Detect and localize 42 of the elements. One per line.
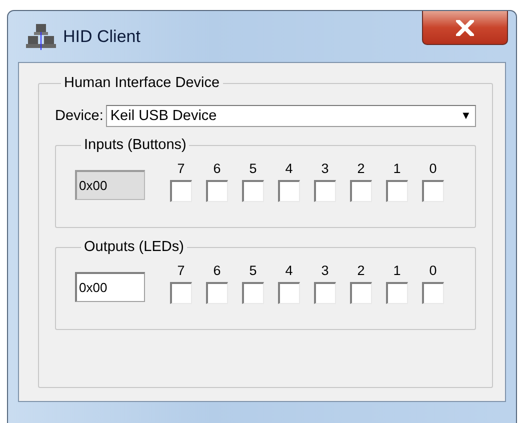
checkbox[interactable]: [242, 282, 264, 304]
checkbox[interactable]: [170, 180, 192, 202]
bit-label: 2: [357, 263, 365, 278]
checkbox[interactable]: [422, 180, 444, 202]
bit-label: 4: [285, 161, 293, 176]
close-button[interactable]: [422, 11, 508, 45]
checkbox[interactable]: [314, 180, 336, 202]
device-dropdown[interactable]: Keil USB Device ▼: [106, 105, 476, 127]
checkbox[interactable]: [278, 282, 300, 304]
checkbox[interactable]: [350, 282, 372, 304]
checkbox[interactable]: [386, 180, 408, 202]
checkbox[interactable]: [350, 180, 372, 202]
checkbox[interactable]: [278, 180, 300, 202]
bit-label: 5: [249, 161, 257, 176]
bit-label: 3: [321, 263, 329, 278]
checkbox[interactable]: [242, 180, 264, 202]
checkbox[interactable]: [314, 282, 336, 304]
checkbox[interactable]: [422, 282, 444, 304]
bit-label: 1: [393, 161, 401, 176]
group-title: Outputs (LEDs): [83, 239, 185, 255]
bit-label: 5: [249, 263, 257, 278]
checkbox[interactable]: [170, 282, 192, 304]
bit-label: 6: [213, 263, 221, 278]
bit-label: 3: [321, 161, 329, 176]
bit-label: 7: [177, 161, 185, 176]
checkbox[interactable]: [206, 282, 228, 304]
group-title: Human Interface Device: [63, 75, 221, 91]
bit-label: 1: [393, 263, 401, 278]
bit-label: 4: [285, 263, 293, 278]
bit-label: 0: [429, 263, 437, 278]
group-title: Inputs (Buttons): [83, 137, 188, 153]
bit-label: 2: [357, 161, 365, 176]
checkbox[interactable]: [386, 282, 408, 304]
checkbox[interactable]: [206, 180, 228, 202]
close-icon: [456, 20, 474, 36]
bit-label: 6: [213, 161, 221, 176]
bit-label: 7: [177, 263, 185, 278]
bit-label: 0: [429, 161, 437, 176]
window-title: HID Client: [63, 26, 140, 46]
device-label: Device:: [55, 108, 104, 124]
value-field[interactable]: 0x00: [75, 272, 145, 302]
network-icon: [26, 22, 56, 52]
